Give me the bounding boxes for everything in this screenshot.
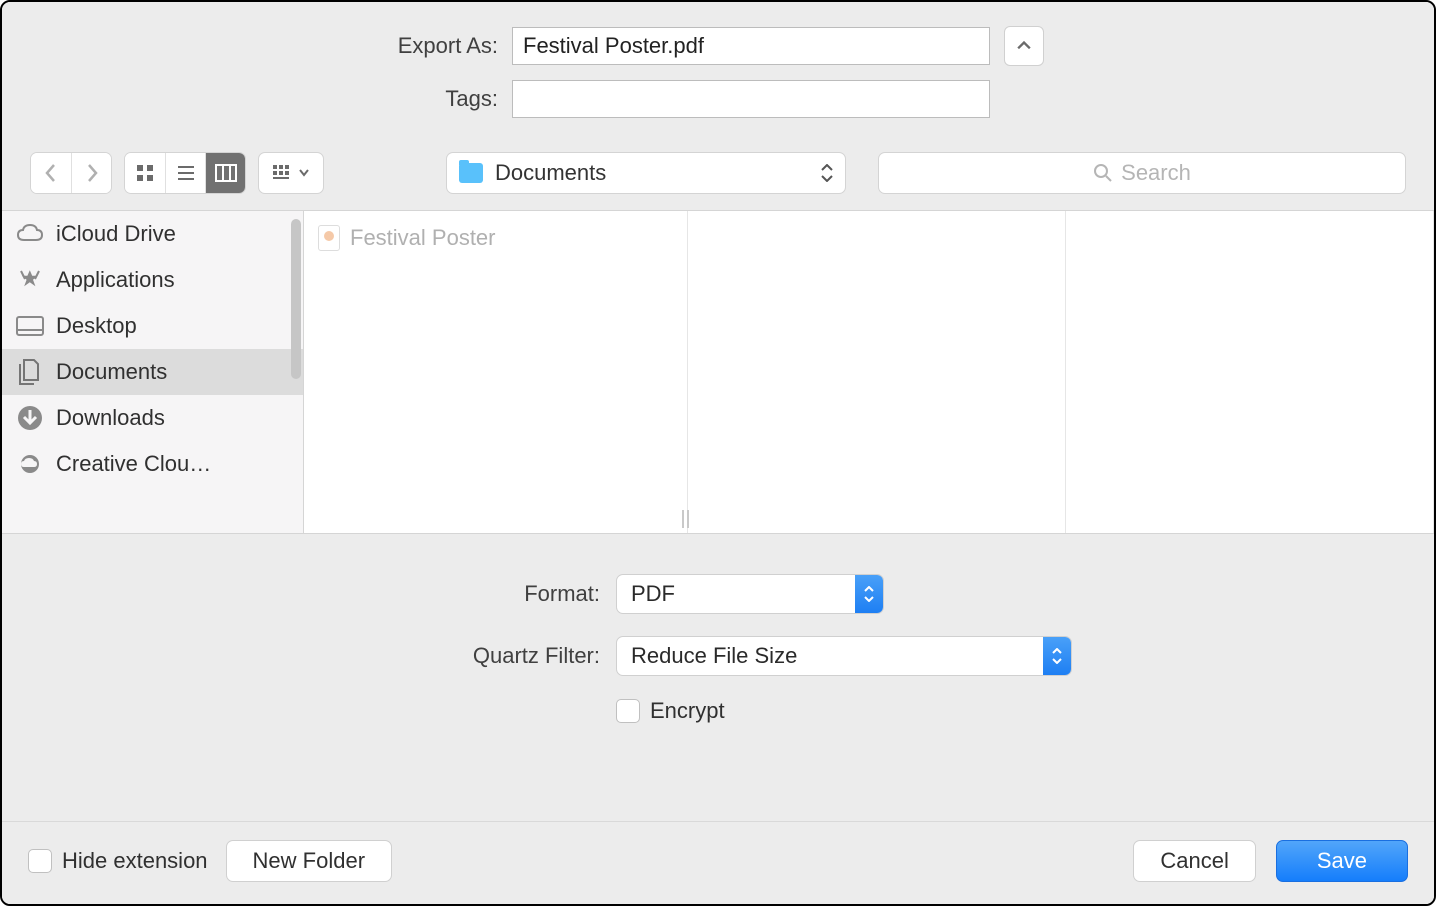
- file-icon: [318, 225, 340, 251]
- chevron-up-icon: [1017, 39, 1031, 53]
- chevron-right-icon: [85, 163, 99, 183]
- options-section: Format: PDF Quartz Filter: Reduce File S…: [2, 534, 1434, 776]
- sidebar-item-documents[interactable]: Documents: [2, 349, 303, 395]
- new-folder-button[interactable]: New Folder: [226, 840, 392, 882]
- format-value: PDF: [631, 581, 855, 607]
- list-view-button[interactable]: [165, 153, 205, 193]
- folder-icon: [459, 163, 483, 183]
- browser-column-2: [688, 211, 1066, 533]
- file-browser: iCloud Drive Applications Desktop Docume…: [2, 210, 1434, 534]
- hide-extension-label: Hide extension: [62, 848, 208, 874]
- desktop-icon: [16, 314, 44, 338]
- header-section: Export As: Tags:: [2, 2, 1434, 136]
- format-select[interactable]: PDF: [616, 574, 884, 614]
- back-button[interactable]: [31, 153, 71, 193]
- quartz-filter-select[interactable]: Reduce File Size: [616, 636, 1072, 676]
- sidebar-item-applications[interactable]: Applications: [2, 257, 303, 303]
- encrypt-checkbox[interactable]: [616, 699, 640, 723]
- sidebar-item-label: Downloads: [56, 405, 165, 431]
- collapse-button[interactable]: [1004, 26, 1044, 66]
- sidebar-item-label: Applications: [56, 267, 175, 293]
- updown-arrows-icon: [821, 164, 833, 182]
- documents-icon: [16, 360, 44, 384]
- creative-cloud-icon: [16, 452, 44, 476]
- format-label: Format:: [32, 581, 616, 607]
- export-dialog: Export As: Tags:: [0, 0, 1436, 906]
- columns-icon: [215, 164, 237, 182]
- forward-button[interactable]: [71, 153, 111, 193]
- applications-icon: [16, 268, 44, 292]
- group-icon: [273, 165, 295, 181]
- tags-label: Tags:: [32, 86, 512, 112]
- column-view-button[interactable]: [205, 153, 245, 193]
- search-field[interactable]: Search: [878, 152, 1406, 194]
- browser-column-3: [1066, 211, 1434, 533]
- sidebar-item-label: iCloud Drive: [56, 221, 176, 247]
- view-mode-group: [124, 152, 246, 194]
- save-button[interactable]: Save: [1276, 840, 1408, 882]
- downloads-icon: [16, 406, 44, 430]
- cloud-icon: [16, 222, 44, 246]
- icon-view-button[interactable]: [125, 153, 165, 193]
- sidebar-item-desktop[interactable]: Desktop: [2, 303, 303, 349]
- nav-group: [30, 152, 112, 194]
- sidebar-item-downloads[interactable]: Downloads: [2, 395, 303, 441]
- column-resize-handle[interactable]: [682, 509, 698, 529]
- grid-icon: [135, 163, 155, 183]
- chevron-left-icon: [44, 163, 58, 183]
- group-by-button[interactable]: [258, 152, 324, 194]
- search-placeholder: Search: [1121, 160, 1191, 186]
- footer-bar: Hide extension New Folder Cancel Save: [2, 821, 1434, 904]
- sidebar-item-label: Desktop: [56, 313, 137, 339]
- search-icon: [1093, 163, 1113, 183]
- sidebar-item-icloud[interactable]: iCloud Drive: [2, 211, 303, 257]
- sidebar-item-label: Creative Clou…: [56, 451, 211, 477]
- cancel-button[interactable]: Cancel: [1133, 840, 1255, 882]
- export-as-input[interactable]: [512, 27, 990, 65]
- chevron-down-icon: [299, 169, 309, 177]
- sidebar-scrollbar[interactable]: [291, 219, 301, 379]
- toolbar: Documents Search: [2, 136, 1434, 210]
- location-popup[interactable]: Documents: [446, 152, 846, 194]
- tags-input[interactable]: [512, 80, 990, 118]
- location-label: Documents: [495, 160, 821, 186]
- file-item-label: Festival Poster: [350, 225, 496, 251]
- select-arrows-icon: [1043, 637, 1071, 675]
- quartz-filter-label: Quartz Filter:: [32, 643, 616, 669]
- sidebar-item-label: Documents: [56, 359, 167, 385]
- quartz-filter-value: Reduce File Size: [631, 643, 1043, 669]
- browser-column-1: Festival Poster: [304, 211, 688, 533]
- hide-extension-checkbox[interactable]: [28, 849, 52, 873]
- select-arrows-icon: [855, 575, 883, 613]
- export-as-label: Export As:: [32, 33, 512, 59]
- encrypt-label: Encrypt: [650, 698, 725, 724]
- sidebar: iCloud Drive Applications Desktop Docume…: [2, 211, 304, 533]
- file-item[interactable]: Festival Poster: [304, 219, 687, 257]
- sidebar-item-creative-cloud[interactable]: Creative Clou…: [2, 441, 303, 487]
- list-icon: [176, 163, 196, 183]
